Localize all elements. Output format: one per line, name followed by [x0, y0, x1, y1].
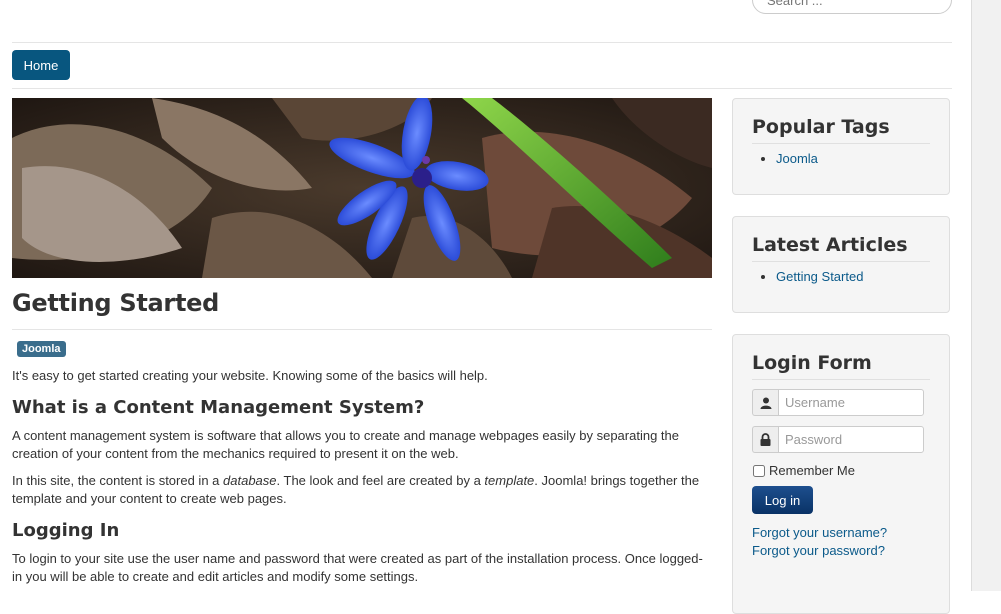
article-intro: It's easy to get started creating your w…: [12, 368, 488, 383]
latest-articles-list: Getting Started: [752, 268, 930, 286]
username-row: [752, 389, 930, 416]
forgot-username-link[interactable]: Forgot your username?: [752, 525, 887, 540]
cms-heading: What is a Content Management System?: [12, 397, 425, 418]
remember-me-label: Remember Me: [769, 463, 855, 478]
scrollbar-track[interactable]: [971, 0, 1001, 591]
login-button[interactable]: Log in: [752, 486, 813, 514]
nav-divider: [12, 88, 952, 89]
hero-image: [12, 98, 712, 278]
remember-me-row: Remember Me: [752, 463, 930, 478]
nav-home-button[interactable]: Home: [12, 50, 70, 80]
lock-icon: [752, 426, 778, 453]
list-item: Getting Started: [776, 268, 930, 286]
article: Getting Started Joomla It's easy to get …: [12, 283, 712, 586]
tag-badge-joomla[interactable]: Joomla: [17, 341, 66, 357]
article-title: Getting Started: [12, 289, 219, 317]
password-field[interactable]: [778, 426, 924, 453]
title-divider: [12, 329, 712, 330]
user-icon: [752, 389, 778, 416]
latest-articles-title: Latest Articles: [752, 234, 930, 262]
hero-flower-picture: [12, 98, 712, 278]
username-field[interactable]: [778, 389, 924, 416]
cms-paragraph-1: A content management system is software …: [12, 428, 679, 461]
popular-tags-list: Joomla: [752, 150, 930, 168]
remember-me-checkbox[interactable]: [753, 464, 765, 477]
database-emphasis: database: [223, 473, 277, 488]
login-form-title: Login Form: [752, 352, 930, 380]
tag-link-joomla[interactable]: Joomla: [776, 151, 818, 166]
cms-paragraph-2: In this site, the content is stored in a…: [12, 473, 700, 506]
template-emphasis: template: [484, 473, 535, 488]
latest-articles-module: Latest Articles Getting Started: [732, 216, 950, 313]
password-row: [752, 426, 930, 453]
popular-tags-module: Popular Tags Joomla: [732, 98, 950, 195]
login-paragraph: To login to your site use the user name …: [12, 551, 703, 584]
popular-tags-title: Popular Tags: [752, 116, 930, 144]
login-form-module: Login Form Remember Me Log in Forgot you…: [732, 334, 950, 614]
forgot-links: Forgot your username? Forgot your passwo…: [752, 524, 930, 560]
list-item: Joomla: [776, 150, 930, 168]
article-link-getting-started[interactable]: Getting Started: [776, 269, 863, 284]
login-heading: Logging In: [12, 520, 120, 541]
forgot-password-link[interactable]: Forgot your password?: [752, 543, 885, 558]
search-input[interactable]: [752, 0, 952, 14]
header-divider: [12, 42, 952, 43]
